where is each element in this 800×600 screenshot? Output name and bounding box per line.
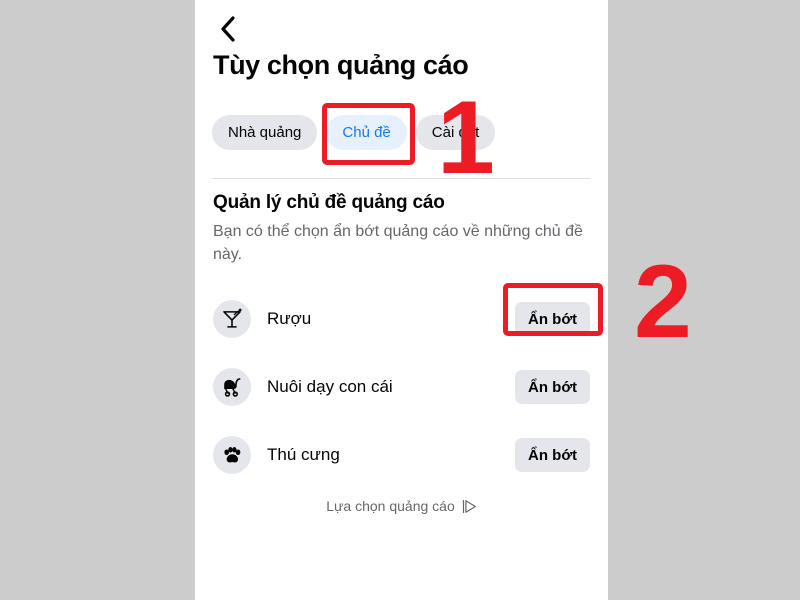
topic-row-ruou[interactable]: Rượu Ẩn bớt (195, 285, 608, 353)
adchoices-icon (462, 499, 477, 514)
topic-label: Rượu (267, 309, 312, 328)
topic-label: Nuôi dạy con cái (267, 377, 393, 396)
back-button[interactable] (211, 12, 245, 46)
tab-bar: Nhà quảng Chủ đề Cài đặt (212, 115, 496, 150)
cocktail-icon (213, 300, 251, 338)
page-title: Tùy chọn quảng cáo (213, 50, 469, 80)
tab-cai-dat[interactable]: Cài đặt (415, 115, 496, 150)
section-title: Quản lý chủ đề quảng cáo (213, 192, 445, 213)
topic-row-thu-cung[interactable]: Thú cưng Ẩn bớt (195, 421, 608, 489)
hide-topic-button-ruou[interactable]: Ẩn bớt (515, 302, 590, 336)
hide-topic-button-thu-cung[interactable]: Ẩn bớt (515, 438, 590, 472)
phone-screen-panel: Tùy chọn quảng cáo Nhà quảng Chủ đề Cài … (195, 0, 608, 600)
tab-nha-quang[interactable]: Nhà quảng (212, 115, 318, 150)
chevron-left-icon (220, 16, 236, 42)
hide-topic-button-nuoi-day-con-cai[interactable]: Ẩn bớt (515, 370, 590, 404)
adchoices-label: Lựa chọn quảng cáo (326, 498, 455, 514)
section-description: Bạn có thể chọn ẩn bớt quảng cáo về nhữn… (213, 223, 583, 263)
topic-row-nuoi-day-con-cai[interactable]: Nuôi dạy con cái Ẩn bớt (195, 353, 608, 421)
paw-icon (213, 436, 251, 474)
topic-label: Thú cưng (267, 445, 340, 464)
divider (212, 178, 591, 179)
tab-chu-de[interactable]: Chủ đề (326, 115, 407, 150)
adchoices-footer[interactable]: Lựa chọn quảng cáo (195, 498, 608, 514)
stroller-icon (213, 368, 251, 406)
annotation-number-2: 2 (634, 244, 692, 360)
topic-list: Rượu Ẩn bớt Nuôi dạy con cái Ẩn bớt Thú … (195, 285, 608, 489)
